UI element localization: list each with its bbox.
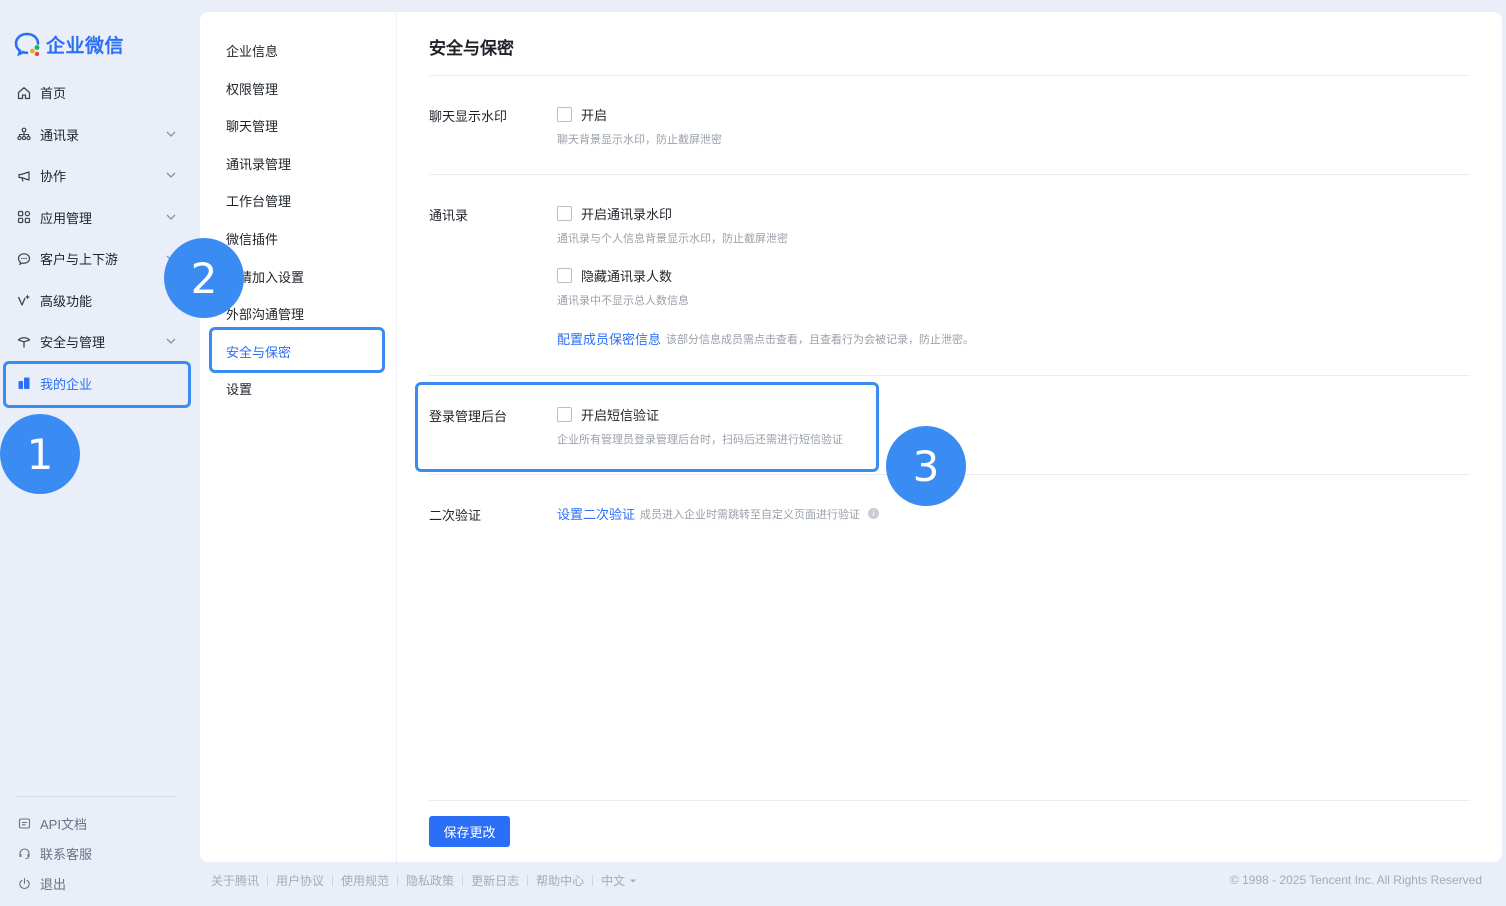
- subnav-item-permissions[interactable]: 权限管理: [226, 79, 278, 98]
- home-icon: [16, 85, 32, 101]
- language-select[interactable]: 中文: [601, 872, 637, 889]
- footer-link-changelog[interactable]: 更新日志: [471, 872, 519, 889]
- sidebar-item-label: 安全与管理: [40, 335, 106, 351]
- sidebar-nav: 首页 通讯录 协作 应用管理 客户与上下游 高级功能 安全与管理 我的企业: [0, 72, 196, 404]
- highlight-my-company: [3, 361, 191, 408]
- info-icon[interactable]: i: [868, 508, 880, 519]
- checkbox-box[interactable]: [557, 206, 572, 221]
- sidebar-bottom-links: API文档 联系客服 退出: [16, 808, 92, 898]
- sidebar-item-collab[interactable]: 协作: [0, 155, 196, 197]
- contacts-watermark-option: 开启通讯录水印: [581, 207, 673, 222]
- config-secret-row: 配置成员保密信息 该部分信息成员需点击查看，且查看行为会被记录，防止泄密。: [557, 329, 974, 348]
- footer-link-help[interactable]: 帮助中心: [536, 872, 584, 889]
- subnav-item-chat[interactable]: 聊天管理: [226, 116, 278, 135]
- second-verify-hint: 成员进入企业时需跳转至自定义页面进行验证: [640, 508, 861, 521]
- logout-label: 退出: [40, 876, 67, 892]
- footer-links: 关于腾讯 用户协议 使用规范 隐私政策 更新日志 帮助中心 中文: [211, 872, 637, 889]
- footer-separator: [332, 875, 334, 886]
- sidebar-item-contacts[interactable]: 通讯录: [0, 114, 196, 156]
- footer-separator: [462, 875, 464, 886]
- checkbox-box[interactable]: [557, 268, 572, 283]
- sidebar-item-label: 客户与上下游: [40, 252, 119, 268]
- chat-watermark-label: 聊天显示水印: [429, 109, 508, 124]
- sparkle-icon: [16, 292, 32, 308]
- logout-link[interactable]: 退出: [16, 868, 92, 898]
- subnav-item-wechat-plugin[interactable]: 微信插件: [226, 229, 278, 248]
- chat-bubble-icon: [16, 251, 32, 267]
- chevron-down-icon[interactable]: [164, 168, 178, 182]
- footer-link-rules[interactable]: 使用规范: [341, 872, 389, 889]
- divider: [429, 800, 1470, 801]
- api-docs-link[interactable]: API文档: [16, 808, 92, 838]
- contact-support-link[interactable]: 联系客服: [16, 838, 92, 868]
- logo-text: 企业微信: [46, 35, 125, 57]
- page-title: 安全与保密: [429, 39, 514, 58]
- chat-watermark-option: 开启: [581, 108, 608, 123]
- sidebar-divider: [16, 796, 176, 797]
- sidebar-item-label: 通讯录: [40, 127, 80, 143]
- subnav-item-external[interactable]: 外部沟通管理: [226, 304, 304, 323]
- subnav: 企业信息 权限管理 聊天管理 通讯录管理 工作台管理 微信插件 邀请加入设置 外…: [200, 12, 397, 862]
- org-chart-icon: [16, 126, 32, 142]
- config-secret-hint: 该部分信息成员需点击查看，且查看行为会被记录，防止泄密。: [666, 333, 975, 346]
- sidebar-item-label: 应用管理: [40, 210, 93, 226]
- subnav-item-company-info[interactable]: 企业信息: [226, 41, 278, 60]
- contact-support-label: 联系客服: [40, 846, 93, 862]
- subnav-item-contacts-mgmt[interactable]: 通讯录管理: [226, 154, 291, 173]
- footer-link-terms[interactable]: 用户协议: [276, 872, 324, 889]
- divider: [429, 75, 1470, 76]
- footer-link-about[interactable]: 关于腾讯: [211, 872, 259, 889]
- sidebar-item-label: 高级功能: [40, 293, 93, 309]
- collab-icon: [16, 168, 32, 184]
- hide-count-checkbox[interactable]: 隐藏通讯录人数: [557, 266, 672, 285]
- headset-icon: [16, 845, 32, 861]
- save-button[interactable]: 保存更改: [429, 816, 510, 847]
- chevron-down-icon[interactable]: [164, 210, 178, 224]
- contacts-watermark-hint: 通讯录与个人信息背景显示水印，防止截屏泄密: [557, 233, 788, 245]
- contacts-watermark-checkbox[interactable]: 开启通讯录水印: [557, 204, 672, 223]
- callout-badge-2: 2: [164, 238, 244, 318]
- subnav-item-workbench[interactable]: 工作台管理: [226, 191, 291, 210]
- divider: [429, 174, 1470, 175]
- callout-badge-1: 1: [0, 414, 80, 494]
- chevron-down-icon[interactable]: [164, 334, 178, 348]
- footer-separator: [527, 875, 529, 886]
- callout-badge-3: 3: [886, 426, 966, 506]
- copyright: © 1998 - 2025 Tencent Inc. All Rights Re…: [1229, 873, 1482, 887]
- footer-separator: [397, 875, 399, 886]
- sidebar-item-label: 协作: [40, 169, 67, 185]
- divider: [429, 375, 1470, 376]
- chevron-down-icon[interactable]: [164, 127, 178, 141]
- checkbox-box[interactable]: [557, 107, 572, 122]
- chat-watermark-checkbox[interactable]: 开启: [557, 105, 607, 124]
- api-docs-label: API文档: [40, 816, 87, 832]
- footer-link-privacy[interactable]: 隐私政策: [406, 872, 454, 889]
- doc-icon: [16, 815, 32, 831]
- wecom-logo-icon: [14, 32, 40, 57]
- footer-separator: [267, 875, 269, 886]
- logo[interactable]: 企业微信: [14, 30, 124, 58]
- sidebar-item-home[interactable]: 首页: [0, 72, 196, 114]
- sidebar-item-security[interactable]: 安全与管理: [0, 321, 196, 363]
- chat-watermark-hint: 聊天背景显示水印，防止截屏泄密: [557, 134, 722, 146]
- second-verify-label: 二次验证: [429, 508, 482, 523]
- config-secret-link[interactable]: 配置成员保密信息: [557, 329, 661, 348]
- language-label: 中文: [601, 874, 626, 888]
- footer-separator: [592, 875, 594, 886]
- sidebar-item-label: 首页: [40, 86, 67, 102]
- sidebar-item-apps[interactable]: 应用管理: [0, 197, 196, 239]
- second-verify-row: 设置二次验证 成员进入企业时需跳转至自定义页面进行验证 i: [557, 504, 880, 523]
- caret-down-icon: [630, 879, 637, 882]
- hide-count-hint: 通讯录中不显示总人数信息: [557, 295, 689, 307]
- shield-icon: [16, 334, 32, 350]
- hide-count-option: 隐藏通讯录人数: [581, 269, 673, 284]
- highlight-security-subnav: [209, 327, 385, 373]
- subnav-item-settings[interactable]: 设置: [226, 379, 252, 398]
- highlight-admin-login: [415, 382, 879, 472]
- contacts-label: 通讯录: [429, 208, 469, 223]
- power-icon: [16, 875, 32, 891]
- second-verify-link[interactable]: 设置二次验证: [557, 504, 635, 523]
- apps-grid-icon: [16, 209, 32, 225]
